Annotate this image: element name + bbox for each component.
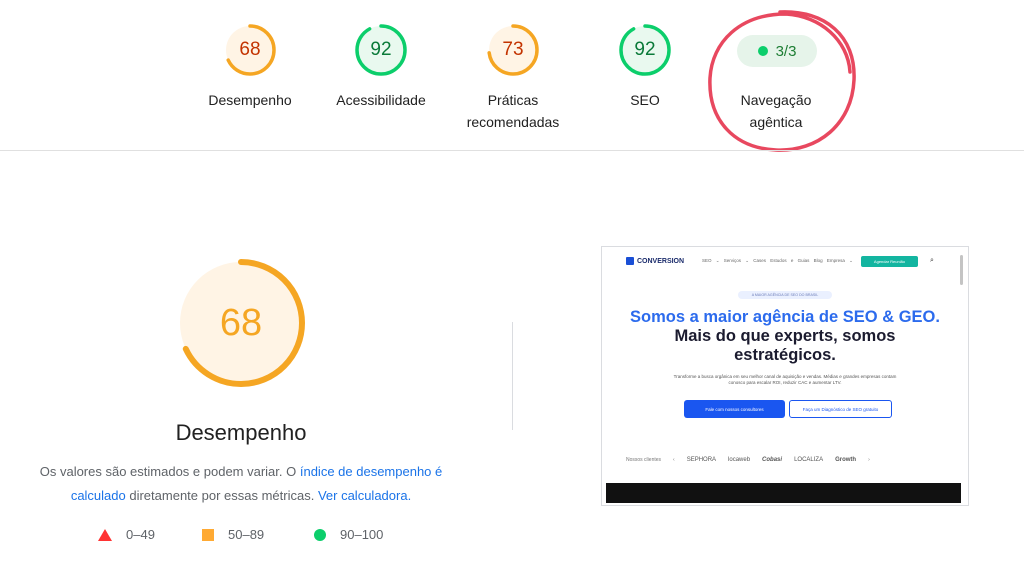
thumb-headline-dark-1: Mais do que experts, somos	[674, 327, 896, 345]
best-practices-score: 73	[502, 39, 524, 60]
thumb-subtext: Transforme a busca orgânica em seu melho…	[673, 374, 897, 385]
legend-fail: 0–49	[98, 527, 155, 542]
legend-fail-range: 0–49	[126, 527, 155, 542]
chevron-right-icon: ›	[868, 457, 870, 463]
chevron-left-icon: ‹	[673, 457, 675, 463]
thumb-primary-button: Fale com nossos consultores	[684, 400, 785, 418]
logo-icon	[626, 257, 634, 265]
client-logo: Growth	[835, 457, 857, 463]
main-performance-title: Desempenho	[175, 420, 307, 445]
description-text-2: diretamente por essas métricas.	[125, 488, 318, 503]
legend-average-range: 50–89	[228, 527, 265, 542]
thumb-clients-label: Nossos clientes	[626, 457, 662, 463]
client-logo: LOCALIZA	[794, 457, 824, 463]
thumb-dark-band	[606, 483, 961, 503]
thumb-secondary-button: Faça um Diagnóstico de SEO gratuito	[789, 400, 892, 418]
thumb-headline-blue: Somos a maior agência de SEO & GEO.	[630, 308, 940, 326]
performance-score: 68	[239, 39, 261, 60]
seo-label[interactable]: SEO	[590, 89, 700, 111]
thumb-logo-text: CONVERSION	[637, 257, 685, 265]
accessibility-label[interactable]: Acessibilidade	[326, 89, 436, 111]
best-practices-label[interactable]: Práticas recomendadas	[453, 89, 573, 133]
thumb-clients-row: Nossos clientes ‹ SEPHORA locaweb Cobasi…	[626, 454, 956, 466]
score-description: Os valores são estimados e podem variar.…	[20, 460, 462, 508]
thumb-menu: SEO ⌄ Serviços ⌄ Cases Estudos e Guias B…	[702, 258, 853, 263]
thumb-headline-dark-2: estratégicos.	[734, 346, 836, 364]
thumb-logo: CONVERSION	[626, 257, 684, 265]
triangle-icon	[98, 528, 112, 541]
legend-pass: 90–100	[314, 527, 383, 542]
section-divider	[512, 322, 513, 430]
circle-icon	[314, 528, 326, 541]
client-logo: Cobasi	[762, 457, 783, 463]
description-text-1: Os valores são estimados e podem variar.…	[39, 464, 300, 479]
best-practices-label-line2: recomendadas	[466, 114, 560, 130]
main-performance-score: 68	[219, 301, 263, 344]
legend-pass-range: 90–100	[340, 527, 384, 542]
thumb-cta-button: Agendar Reunião	[861, 256, 918, 267]
thumb-navbar: CONVERSION SEO ⌄ Serviços ⌄ Cases Estudo…	[602, 247, 968, 277]
accessibility-score: 92	[370, 39, 392, 60]
client-logo: SEPHORA	[686, 457, 717, 463]
annotation-circle	[708, 10, 856, 152]
calculator-link[interactable]: Ver calculadora.	[318, 488, 411, 503]
client-logo: locaweb	[728, 457, 751, 463]
best-practices-gauge[interactable]: 73	[485, 22, 541, 78]
thumb-scrollbar	[960, 255, 963, 285]
thumb-badge: A MAIOR AGÊNCIA DE SEO DO BRASIL	[738, 291, 832, 299]
thumb-headline: Somos a maior agência de SEO & GEO. Mais…	[612, 308, 958, 365]
header-divider	[0, 150, 1024, 151]
accessibility-gauge[interactable]: 92	[353, 22, 409, 78]
performance-gauge[interactable]: 68	[222, 22, 278, 78]
seo-score: 92	[634, 39, 656, 60]
best-practices-label-line1: Práticas	[487, 92, 539, 108]
seo-gauge[interactable]: 92	[617, 22, 673, 78]
square-icon	[202, 528, 214, 541]
legend-average: 50–89	[202, 527, 264, 542]
page-screenshot-thumbnail[interactable]: CONVERSION SEO ⌄ Serviços ⌄ Cases Estudo…	[601, 246, 969, 506]
performance-label[interactable]: Desempenho	[195, 89, 305, 111]
search-icon: ⌕	[930, 257, 934, 264]
